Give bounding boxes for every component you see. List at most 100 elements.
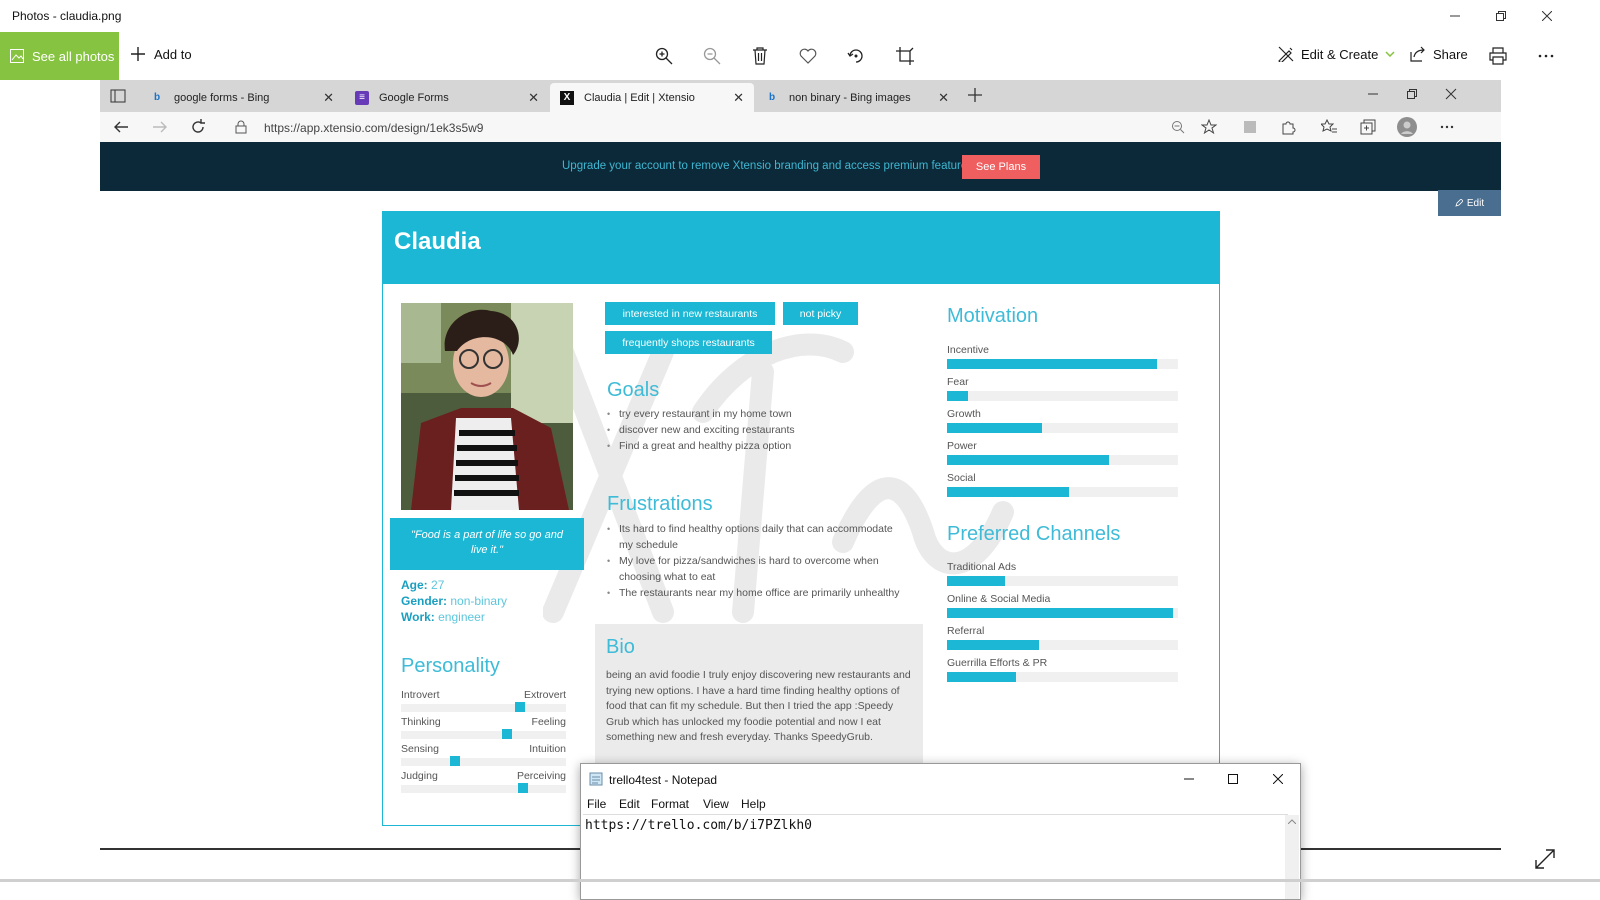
notepad-menu-bar: File Edit Format View Help [581, 794, 1300, 814]
bar-fill [947, 672, 1017, 682]
page-zoom-icon[interactable] [1167, 116, 1189, 138]
puzzle-icon[interactable] [1277, 116, 1299, 138]
notepad-close-button[interactable] [1256, 764, 1300, 794]
extension-icon[interactable] [1239, 116, 1261, 138]
persona-quote: "Food is a part of life so go and live i… [390, 518, 584, 570]
edit-create-button[interactable]: Edit & Create [1278, 46, 1395, 62]
bar-fill [947, 576, 1005, 586]
delete-button[interactable] [748, 44, 772, 68]
expand-icon[interactable] [1534, 848, 1556, 870]
notepad-maximize-button[interactable] [1211, 764, 1255, 794]
favorite-button[interactable] [796, 44, 820, 68]
bar-track [947, 487, 1178, 497]
bar-fill [947, 359, 1158, 369]
tab-title: google forms - Bing [174, 91, 270, 104]
upgrade-message: Upgrade your account to remove Xtensio b… [562, 160, 977, 172]
menu-file[interactable]: File [587, 797, 606, 811]
edit-button[interactable]: Edit [1438, 190, 1501, 216]
bottom-edge [0, 879, 1600, 882]
bar-track [947, 359, 1178, 369]
browser-minimize-icon[interactable] [1367, 88, 1379, 100]
menu-help[interactable]: Help [741, 797, 766, 811]
trait-slider-knob [518, 783, 529, 793]
bar-label: Incentive [947, 344, 990, 356]
persona-header: Claudia [383, 212, 1219, 284]
tab-xtensio[interactable]: X Claudia | Edit | Xtensio ✕ [550, 83, 754, 112]
menu-format[interactable]: Format [651, 797, 689, 811]
share-button[interactable]: Share [1410, 46, 1468, 62]
bar-label: Referral [947, 625, 985, 637]
rotate-button[interactable] [844, 44, 868, 68]
minimize-button[interactable] [1432, 0, 1478, 32]
zoom-in-button[interactable] [652, 44, 676, 68]
menu-view[interactable]: View [703, 797, 729, 811]
motivation-title: Motivation [947, 305, 1039, 327]
see-all-photos-button[interactable]: See all photos [0, 32, 119, 80]
close-button[interactable] [1524, 0, 1570, 32]
bar-label: Social [947, 472, 976, 484]
bing-icon: b [768, 92, 776, 103]
trait-right-label: Feeling [531, 716, 566, 728]
back-icon[interactable] [110, 116, 132, 138]
trait-left-label: Judging [401, 770, 438, 782]
age-label: Age: [401, 578, 428, 592]
url-text[interactable]: https://app.xtensio.com/design/1ek3s5w9 [264, 121, 483, 135]
collections-icon[interactable] [1357, 116, 1379, 138]
notepad-minimize-button[interactable] [1167, 764, 1211, 794]
crop-button[interactable] [893, 44, 917, 68]
tab-google-forms[interactable]: ≡ Google Forms ✕ [345, 83, 549, 112]
browser-menu-icon[interactable] [1436, 116, 1458, 138]
bar-fill [947, 423, 1042, 433]
gender-row: Gender: non-binary [401, 594, 507, 608]
tab-actions-icon[interactable] [110, 88, 126, 104]
browser-close-icon[interactable] [1445, 88, 1457, 100]
tab-close-icon[interactable]: ✕ [938, 90, 949, 106]
trait-left-label: Sensing [401, 743, 439, 755]
new-tab-button[interactable] [967, 87, 983, 103]
tab-title: non binary - Bing images [789, 91, 911, 104]
persona-name: Claudia [394, 228, 481, 255]
add-favorite-icon[interactable] [1198, 116, 1220, 138]
more-button[interactable] [1534, 44, 1558, 68]
bar-track [947, 423, 1178, 433]
add-to-button[interactable]: Add to [130, 46, 192, 62]
personality-trait: Introvert Extrovert [401, 689, 566, 701]
print-button[interactable] [1486, 44, 1510, 68]
edit-create-label: Edit & Create [1301, 46, 1379, 62]
tab-non-binary-bing[interactable]: b non binary - Bing images ✕ [755, 83, 959, 112]
share-icon [1410, 46, 1425, 62]
bar-track [947, 391, 1178, 401]
tab-close-icon[interactable]: ✕ [733, 90, 744, 106]
window-title: Photos - claudia.png [12, 9, 122, 23]
profile-avatar-icon[interactable] [1396, 116, 1418, 138]
notepad-scrollbar[interactable] [1285, 815, 1299, 899]
trait-slider-track [401, 783, 566, 793]
menu-edit[interactable]: Edit [619, 797, 640, 811]
notepad-text-area[interactable]: https://trello.com/b/i7PZlkh0 [583, 814, 1288, 899]
address-bar: https://app.xtensio.com/design/1ek3s5w9 [100, 112, 1501, 142]
bar-label: Online & Social Media [947, 593, 1051, 605]
bar-fill [947, 487, 1070, 497]
edit-label: Edit [1466, 197, 1485, 209]
bar-fill [947, 608, 1174, 618]
bar-label: Guerrilla Efforts & PR [947, 657, 1048, 669]
tab-title: Claudia | Edit | Xtensio [584, 91, 695, 104]
bar-track [947, 608, 1178, 618]
personality-trait: Judging Perceiving [401, 770, 566, 782]
zoom-out-button[interactable] [700, 44, 724, 68]
tab-close-icon[interactable]: ✕ [323, 90, 334, 106]
browser-restore-icon[interactable] [1406, 88, 1418, 100]
bar-track [947, 640, 1178, 650]
tab-google-forms-bing[interactable]: b google forms - Bing ✕ [140, 83, 344, 112]
refresh-icon[interactable] [187, 116, 209, 138]
tab-close-icon[interactable]: ✕ [528, 90, 539, 106]
restore-button[interactable] [1478, 0, 1524, 32]
favorites-icon[interactable] [1318, 116, 1340, 138]
forward-icon[interactable] [149, 116, 171, 138]
age-row: Age: 27 [401, 578, 444, 592]
chevron-down-icon [1385, 51, 1395, 57]
photos-title-bar: Photos - claudia.png [0, 0, 1600, 32]
zoom-in-icon [655, 47, 673, 65]
trait-slider-knob [450, 756, 461, 766]
see-plans-button[interactable]: See Plans [962, 155, 1040, 179]
